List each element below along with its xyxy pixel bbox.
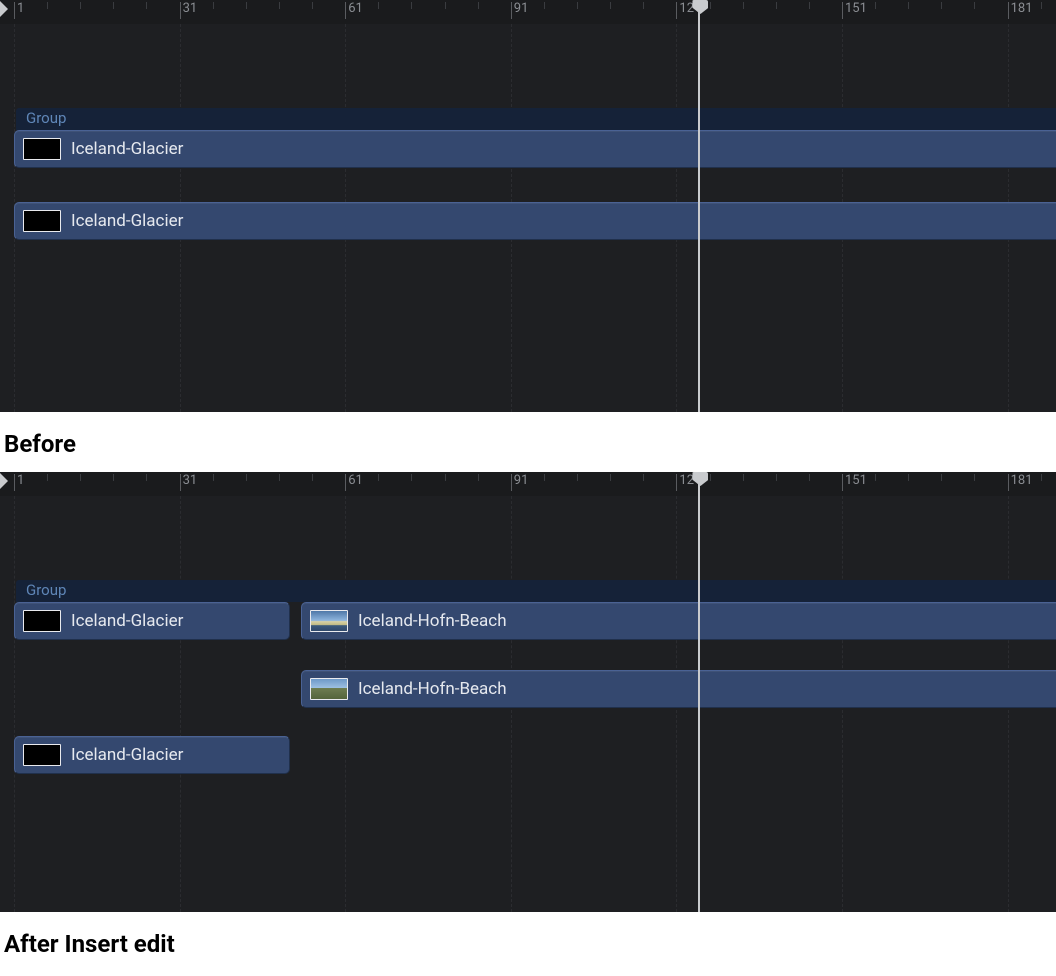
clip-thumbnail-icon <box>23 138 61 160</box>
timeline-ruler[interactable]: 1316191121151181 <box>0 0 1056 24</box>
clip-iceland-glacier[interactable]: Iceland-Glacier <box>14 202 1056 240</box>
timeline-ruler[interactable]: 1316191121151181 <box>0 472 1056 496</box>
clip-label: Iceland-Glacier <box>71 211 183 231</box>
clip-row[interactable]: Iceland-Glacier Iceland-Hofn-Beach <box>16 602 1056 640</box>
group-label: Group <box>26 109 66 127</box>
caption-after: After Insert edit <box>0 912 1056 972</box>
timeline-after[interactable]: 1316191121151181 Group Iceland-Glacier I… <box>0 472 1056 912</box>
clip-iceland-glacier[interactable]: Iceland-Glacier <box>14 602 290 640</box>
timeline-tracks[interactable]: Group Iceland-Glacier Iceland-Hofn-Beach… <box>0 496 1056 912</box>
clip-iceland-glacier[interactable]: Iceland-Glacier <box>14 736 290 774</box>
clip-label: Iceland-Hofn-Beach <box>358 611 507 631</box>
clip-thumbnail-icon <box>23 744 61 766</box>
clip-label: Iceland-Glacier <box>71 745 183 765</box>
track-gap <box>0 646 1056 670</box>
clip-label: Iceland-Glacier <box>71 611 183 631</box>
group-header[interactable]: Group <box>16 108 1056 130</box>
clip-row[interactable]: Iceland-Hofn-Beach <box>16 670 1056 708</box>
group-header[interactable]: Group <box>16 580 1056 602</box>
track-spacer <box>0 502 1056 580</box>
clip-label: Iceland-Glacier <box>71 139 183 159</box>
track-gap <box>0 714 1056 736</box>
clip-thumbnail-icon <box>23 610 61 632</box>
clip-iceland-hofn-beach[interactable]: Iceland-Hofn-Beach <box>301 670 1056 708</box>
clip-thumbnail-icon <box>23 210 61 232</box>
clip-iceland-hofn-beach[interactable]: Iceland-Hofn-Beach <box>301 602 1056 640</box>
clip-iceland-glacier[interactable]: Iceland-Glacier <box>14 130 1056 168</box>
clip-row[interactable]: Iceland-Glacier <box>16 202 1056 240</box>
track-gap <box>0 174 1056 202</box>
start-marker-icon <box>0 1 8 17</box>
timeline-before[interactable]: 1316191121151181 Group Iceland-Glacier I… <box>0 0 1056 412</box>
clip-label: Iceland-Hofn-Beach <box>358 679 507 699</box>
clip-row[interactable]: Iceland-Glacier <box>16 736 1056 774</box>
clip-row[interactable]: Iceland-Glacier <box>16 130 1056 168</box>
start-marker-icon <box>0 473 8 489</box>
clip-thumbnail-icon <box>310 678 348 700</box>
group-label: Group <box>26 581 66 599</box>
track-spacer <box>0 30 1056 108</box>
caption-before: Before <box>0 412 1056 472</box>
timeline-tracks[interactable]: Group Iceland-Glacier Iceland-Glacier <box>0 24 1056 412</box>
clip-thumbnail-icon <box>310 610 348 632</box>
